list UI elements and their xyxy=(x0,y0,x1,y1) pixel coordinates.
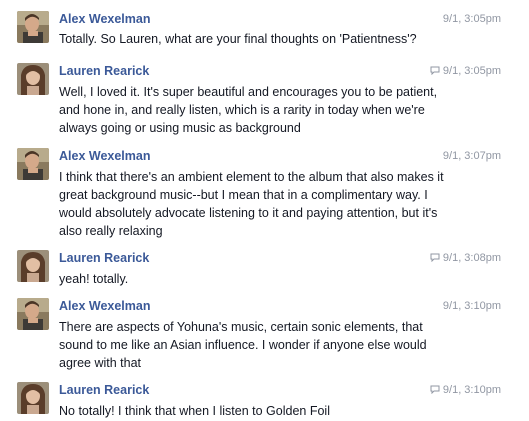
timestamp-text: 9/1, 3:08pm xyxy=(442,252,501,264)
timestamp-text: 9/1, 3:10pm xyxy=(442,384,501,396)
avatar[interactable] xyxy=(17,11,49,43)
timestamp: 9/1, 3:10pm xyxy=(430,382,501,398)
chat-bubble-icon xyxy=(430,253,440,262)
avatar-lauren-image xyxy=(17,63,49,95)
avatar-lauren-image xyxy=(17,250,49,282)
author-name[interactable]: Alex Wexelman xyxy=(59,11,150,27)
scrollbar-track[interactable] xyxy=(522,0,529,421)
author-name[interactable]: Lauren Rearick xyxy=(59,63,149,79)
timestamp: 9/1, 3:05pm xyxy=(430,63,501,79)
message-text: Totally. So Lauren, what are your final … xyxy=(59,32,417,46)
timestamp: 9/1, 3:10pm xyxy=(442,300,501,312)
message-thread: Alex Wexelman 9/1, 3:05pm Totally. So La… xyxy=(0,0,522,421)
chat-bubble-icon xyxy=(430,385,440,394)
avatar-alex-image xyxy=(17,11,49,43)
avatar-alex-image xyxy=(17,298,49,330)
author-name[interactable]: Alex Wexelman xyxy=(59,298,150,314)
timestamp: 9/1, 3:08pm xyxy=(430,250,501,266)
avatar-lauren-image xyxy=(17,382,49,414)
message-text: Well, I loved it. It's super beautiful a… xyxy=(59,85,438,135)
timestamp-text: 9/1, 3:05pm xyxy=(442,65,501,77)
message-text: There are aspects of Yohuna's music, cer… xyxy=(59,320,427,370)
timestamp: 9/1, 3:05pm xyxy=(442,13,501,25)
timestamp: 9/1, 3:07pm xyxy=(442,150,501,162)
message-text: No totally! I think that when I listen t… xyxy=(59,404,330,418)
avatar[interactable] xyxy=(17,298,49,330)
avatar[interactable] xyxy=(17,250,49,282)
avatar[interactable] xyxy=(17,382,49,414)
avatar-alex-image xyxy=(17,148,49,180)
author-name[interactable]: Alex Wexelman xyxy=(59,148,150,164)
avatar[interactable] xyxy=(17,148,49,180)
message-text: yeah! totally. xyxy=(59,272,129,286)
author-name[interactable]: Lauren Rearick xyxy=(59,250,149,266)
chat-bubble-icon xyxy=(430,66,440,75)
author-name[interactable]: Lauren Rearick xyxy=(59,382,149,398)
message-text: I think that there's an ambient element … xyxy=(59,170,444,238)
avatar[interactable] xyxy=(17,63,49,95)
